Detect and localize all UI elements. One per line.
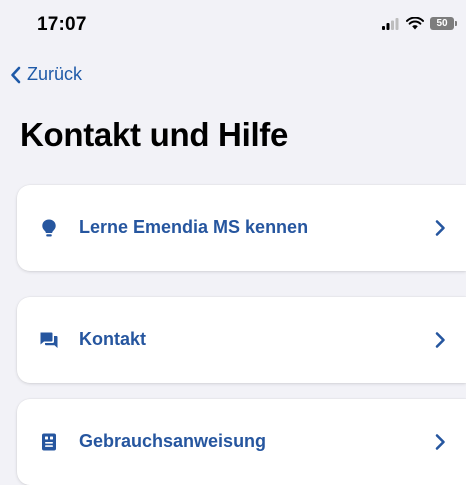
- wifi-icon: [406, 17, 424, 30]
- status-time: 17:07: [37, 14, 87, 35]
- chat-bubbles-icon: [40, 332, 58, 348]
- chevron-right-icon: [435, 332, 445, 348]
- battery-icon: 50: [430, 17, 457, 30]
- menu-item-label: Gebrauchsanweisung: [79, 431, 267, 451]
- menu-item-label: Kontakt: [79, 329, 146, 349]
- signal-icon: [382, 17, 399, 30]
- chevron-left-icon: [11, 66, 21, 83]
- chevron-right-icon: [435, 220, 445, 236]
- back-button[interactable]: Zurück: [10, 64, 82, 85]
- status-icons: 50: [382, 17, 457, 30]
- menu-item-label: Lerne Emendia MS kennen: [79, 217, 309, 237]
- menu-item-manual[interactable]: Gebrauchsanweisung: [17, 399, 466, 485]
- menu-item-learn[interactable]: Lerne Emendia MS kennen: [17, 185, 466, 271]
- chevron-right-icon: [435, 434, 445, 450]
- status-bar: 17:07 50: [0, 0, 466, 50]
- page-title: Kontakt und Hilfe: [20, 116, 289, 153]
- battery-level: 50: [436, 18, 448, 29]
- manual-book-icon: [42, 433, 56, 451]
- lightbulb-icon: [42, 219, 56, 237]
- back-label: Zurück: [27, 64, 83, 84]
- menu-item-contact[interactable]: Kontakt: [17, 297, 466, 383]
